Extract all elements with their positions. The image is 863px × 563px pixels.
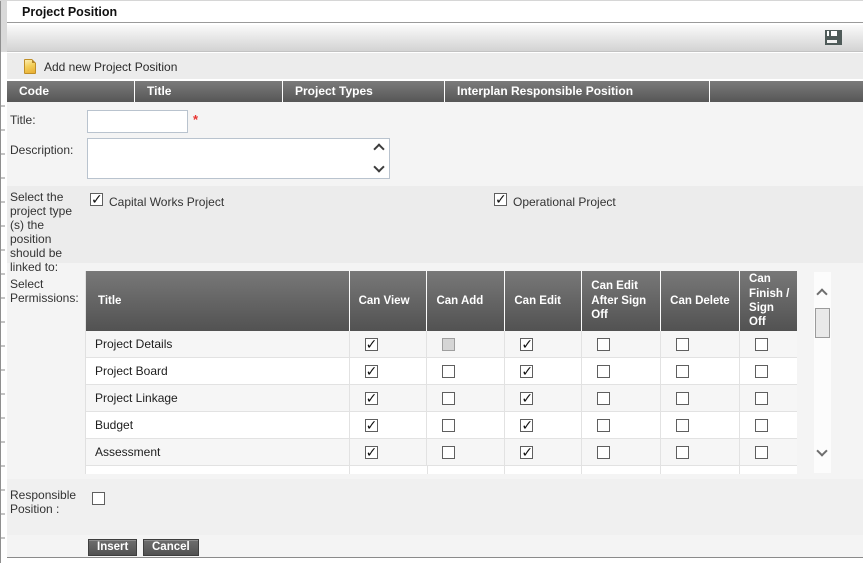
capital-works-project-label: Capital Works Project	[109, 195, 225, 209]
operational-project-checkbox[interactable]	[494, 191, 507, 208]
operational-project-label: Operational Project	[513, 195, 616, 209]
title-label: Title:	[10, 113, 36, 127]
can-finish-sign-off-checkbox[interactable]	[755, 418, 769, 432]
perm-col-title: Title	[86, 271, 350, 331]
scrollbar-up-icon[interactable]	[816, 288, 828, 300]
perm-col-can-view: Can View	[350, 271, 428, 331]
can-add-checkbox[interactable]	[442, 364, 456, 378]
table-row: Project Linkage	[86, 385, 797, 412]
can-delete-checkbox[interactable]	[676, 364, 690, 378]
can-view-checkbox[interactable]	[364, 390, 378, 407]
perm-col-can-finish-sign-off: Can Finish / Sign Off	[749, 273, 790, 329]
table-row: Assessment	[86, 439, 797, 466]
can-edit-after-sign-off-checkbox[interactable]	[597, 364, 611, 378]
can-edit-after-sign-off-checkbox[interactable]	[597, 337, 611, 351]
grid-header-interplan-responsible-position[interactable]: Interplan Responsible Position	[445, 81, 710, 102]
grid-header: Code Title Project Types Interplan Respo…	[7, 81, 863, 102]
description-label: Description:	[10, 143, 74, 157]
toolbar	[7, 25, 863, 52]
can-delete-checkbox[interactable]	[676, 391, 690, 405]
can-add-checkbox[interactable]	[442, 418, 456, 432]
description-field-frame	[87, 138, 390, 179]
can-delete-checkbox[interactable]	[676, 418, 690, 432]
can-edit-checkbox[interactable]	[520, 336, 534, 353]
grid-header-title[interactable]: Title	[135, 81, 283, 102]
perm-col-can-edit-after-sign-off: Can Edit After Sign Off	[582, 271, 662, 331]
project-type-label: Select the project type (s) the position…	[10, 190, 73, 274]
can-view-checkbox[interactable]	[364, 444, 378, 461]
responsible-position-label: Responsible Position :	[10, 488, 77, 516]
can-add-checkbox[interactable]	[442, 445, 456, 459]
can-finish-sign-off-checkbox[interactable]	[755, 364, 769, 378]
add-new-bar: Add new Project Position	[7, 53, 863, 80]
can-edit-after-sign-off-checkbox[interactable]	[597, 391, 611, 405]
can-add-checkbox	[442, 337, 456, 351]
responsible-position-checkbox[interactable]	[92, 492, 105, 505]
can-finish-sign-off-checkbox[interactable]	[755, 391, 769, 405]
select-permissions-label: Select Permissions:	[10, 277, 79, 305]
perm-col-can-add: Can Add	[427, 271, 506, 331]
edit-form: Title: * Description: Select the project…	[7, 102, 863, 558]
can-view-checkbox[interactable]	[364, 417, 378, 434]
cancel-button[interactable]: Cancel	[143, 539, 199, 556]
scrollbar-thumb[interactable]	[815, 308, 830, 338]
can-edit-after-sign-off-checkbox[interactable]	[597, 418, 611, 432]
left-gutter-ticks	[1, 105, 5, 555]
table-row: Project Board	[86, 358, 797, 385]
new-document-icon	[24, 59, 36, 74]
perm-row-title: Project Board	[86, 358, 350, 384]
perm-row-title: Assessment	[86, 439, 350, 465]
table-row: Budget	[86, 412, 797, 439]
project-position-window: Project Position Add new Project Positio…	[0, 0, 863, 563]
can-finish-sign-off-checkbox[interactable]	[755, 337, 769, 351]
title-bar: Project Position	[7, 1, 863, 23]
grid-header-empty	[710, 81, 863, 102]
save-icon[interactable]	[825, 30, 842, 45]
can-edit-checkbox[interactable]	[520, 444, 534, 461]
grid-header-code[interactable]: Code	[7, 81, 135, 102]
permissions-scrollbar[interactable]	[814, 272, 831, 473]
capital-works-project-checkbox[interactable]	[90, 191, 103, 208]
save-icon-label-area	[827, 31, 837, 36]
required-asterisk: *	[193, 112, 199, 127]
can-view-checkbox[interactable]	[364, 363, 378, 380]
table-row: Project Details	[86, 331, 797, 358]
perm-row-title: Project Details	[86, 331, 350, 357]
perm-row-title: Project Linkage	[86, 385, 350, 411]
can-edit-checkbox[interactable]	[520, 390, 534, 407]
add-new-project-position-link[interactable]: Add new Project Position	[44, 60, 177, 74]
table-row-partial	[86, 466, 797, 474]
can-edit-after-sign-off-checkbox[interactable]	[597, 445, 611, 459]
can-view-checkbox[interactable]	[364, 336, 378, 353]
insert-button[interactable]: Insert	[88, 539, 138, 556]
title-input[interactable]	[87, 110, 188, 133]
save-icon-stripe	[827, 40, 837, 43]
can-add-checkbox[interactable]	[442, 391, 456, 405]
responsible-row-band	[7, 479, 863, 535]
perm-row-title: Budget	[86, 412, 350, 438]
scroll-up-icon[interactable]	[373, 143, 385, 155]
scroll-down-icon[interactable]	[373, 161, 385, 173]
can-delete-checkbox[interactable]	[676, 445, 690, 459]
page-title: Project Position	[22, 5, 118, 19]
perm-col-can-delete: Can Delete	[661, 271, 741, 331]
can-edit-checkbox[interactable]	[520, 363, 534, 380]
description-textarea[interactable]	[88, 139, 371, 178]
perm-col-can-edit: Can Edit	[505, 271, 583, 331]
permissions-table: Title Can View Can Add Can Edit Can Edit…	[85, 271, 797, 474]
permissions-header-row: Title Can View Can Add Can Edit Can Edit…	[86, 271, 797, 331]
scrollbar-down-icon[interactable]	[816, 445, 828, 457]
can-delete-checkbox[interactable]	[676, 337, 690, 351]
grid-header-project-types[interactable]: Project Types	[283, 81, 445, 102]
can-edit-checkbox[interactable]	[520, 417, 534, 434]
can-finish-sign-off-checkbox[interactable]	[755, 445, 769, 459]
